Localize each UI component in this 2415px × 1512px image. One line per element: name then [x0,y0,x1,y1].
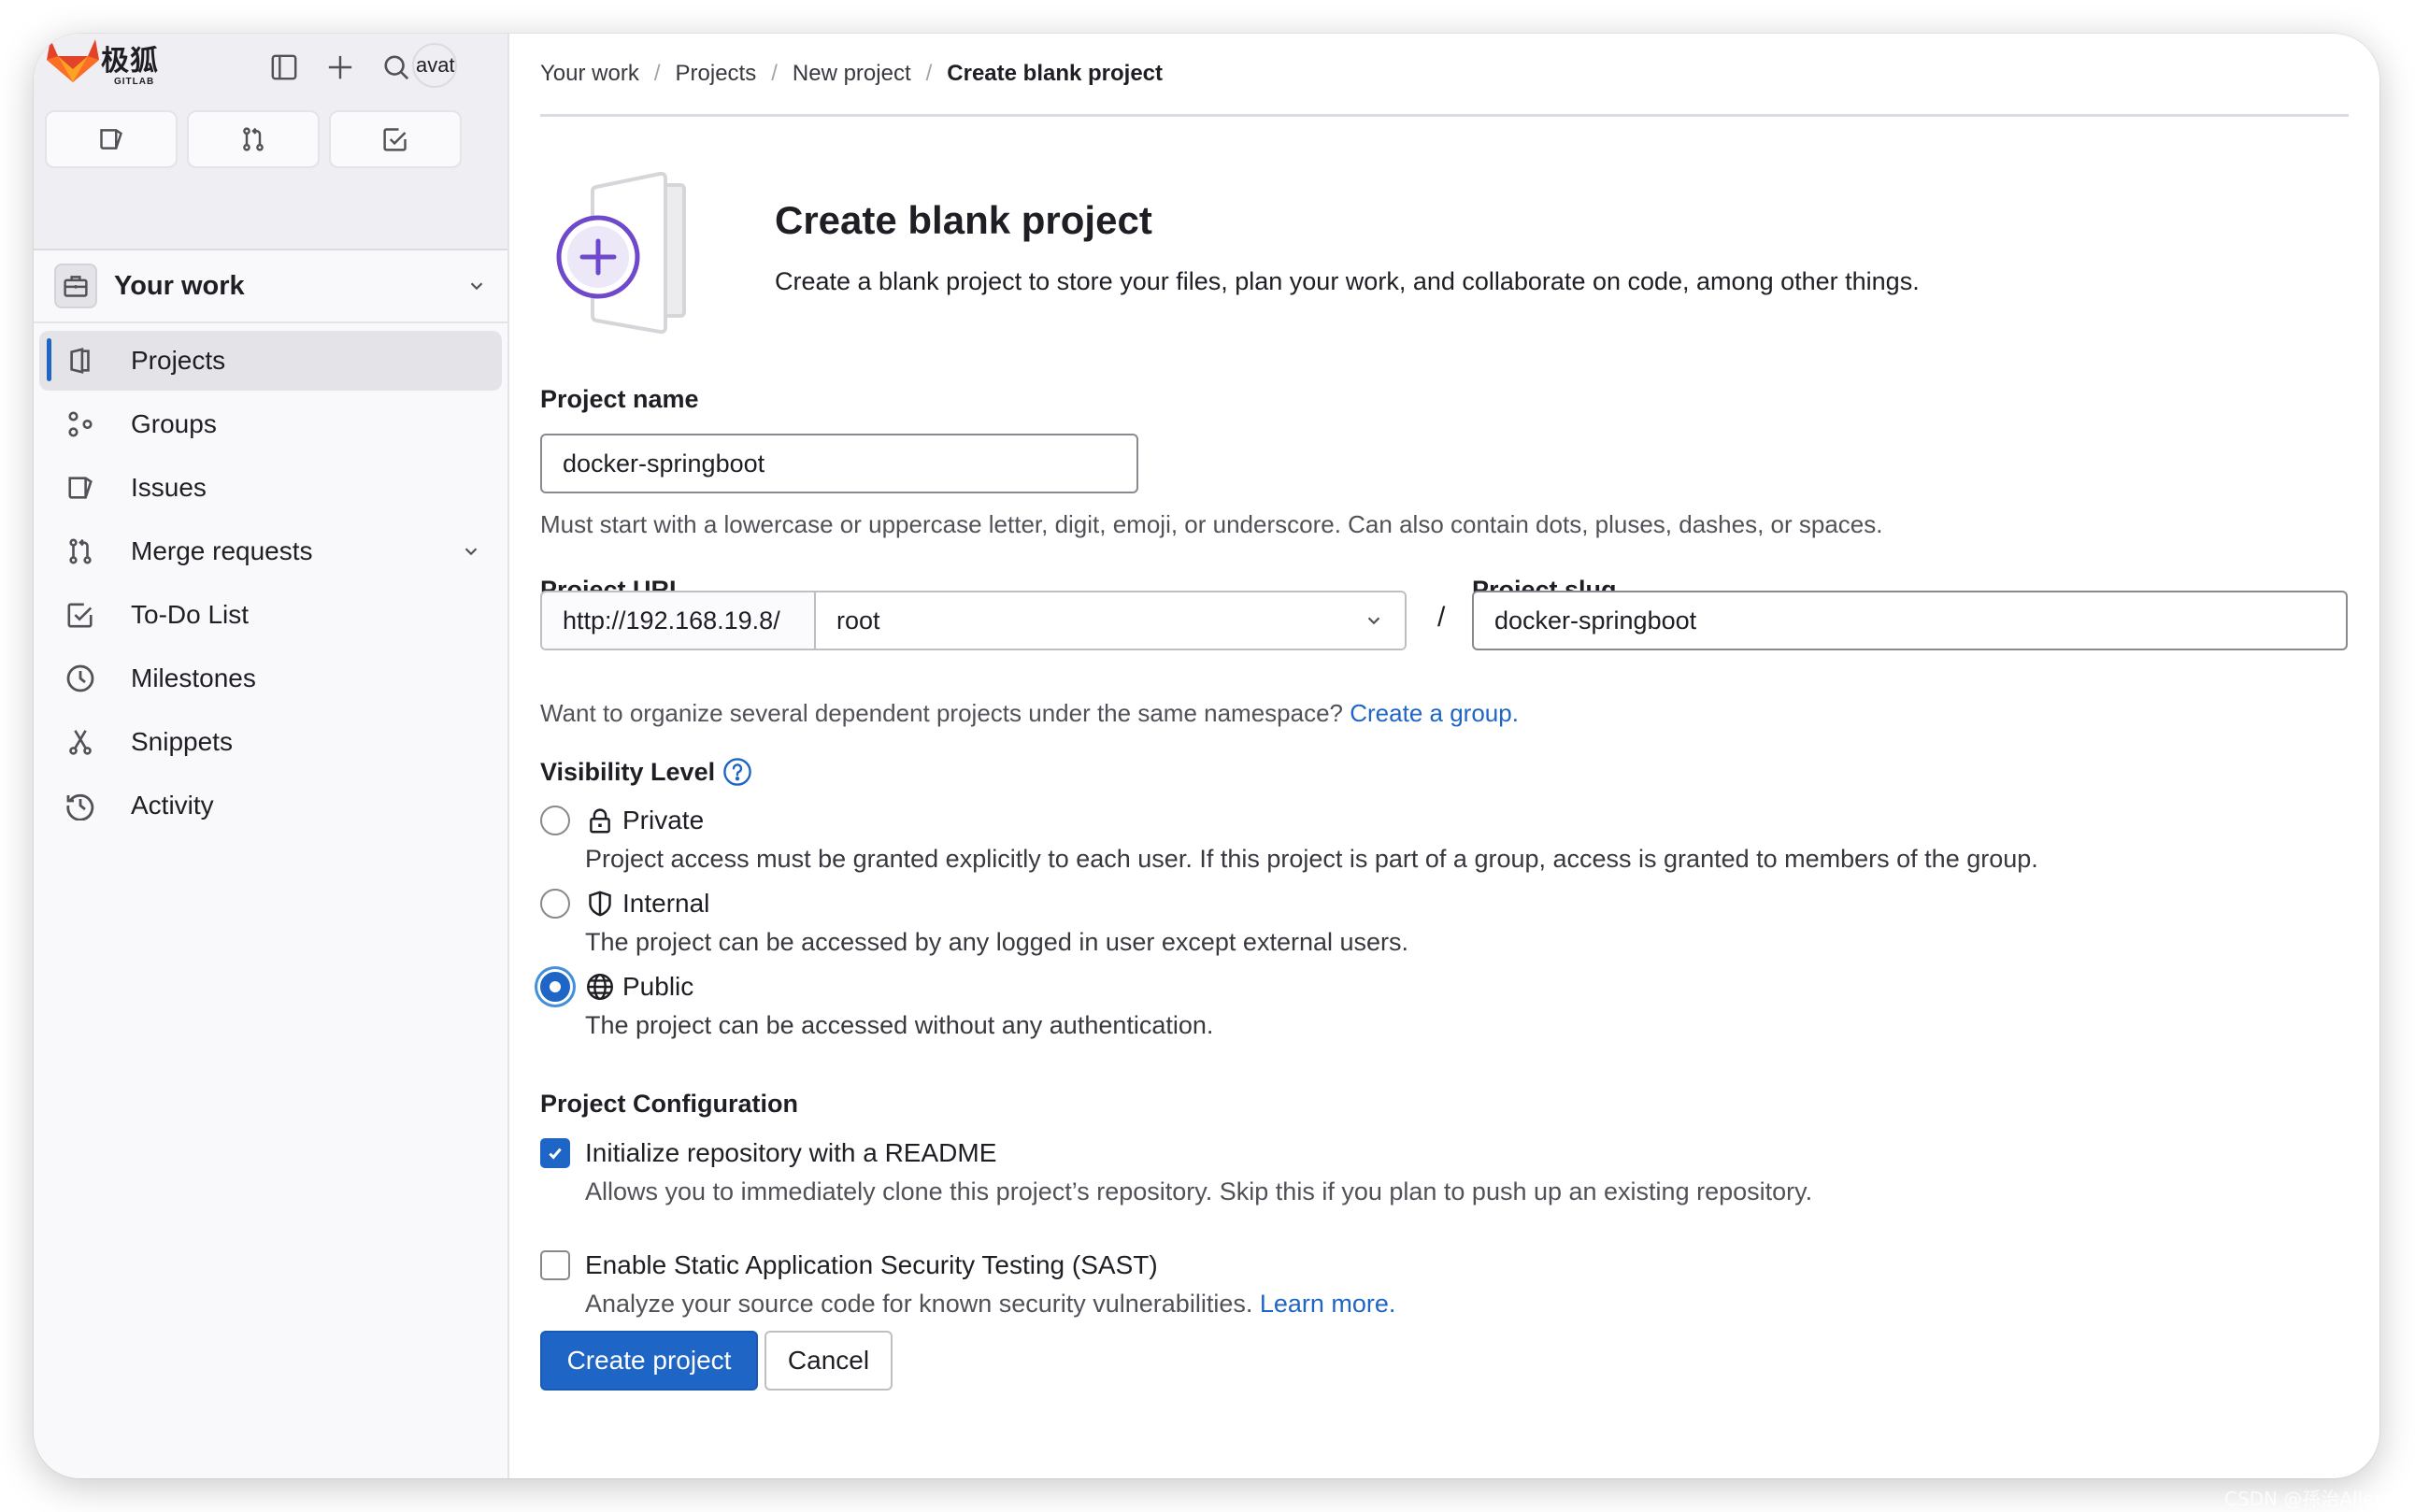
sast-label: Enable Static Application Security Testi… [585,1250,1158,1279]
page-title: Create blank project [775,198,1152,242]
namespace-value: root [836,606,880,635]
issues-icon [65,473,95,503]
sidebar-item-snippets[interactable]: Snippets [39,712,502,772]
breadcrumb-separator: / [925,61,933,86]
visibility-internal-description: The project can be accessed by any logge… [585,928,1409,956]
readme-label: Initialize repository with a README [585,1138,997,1167]
clock-icon [65,663,95,693]
sidebar-item-groups[interactable]: Groups [39,394,502,454]
breadcrumb-new-project[interactable]: New project [793,59,911,89]
project-configuration-label: Project Configuration [540,1090,798,1118]
project-icon [65,346,95,376]
watermark: CSDN @孫治AllenSu [2224,1488,2410,1510]
sidebar-item-merge-requests[interactable]: Merge requests [39,521,502,581]
visibility-radio-public[interactable] [540,972,570,1002]
todo-icon [383,128,407,151]
context-label: Your work [114,270,245,301]
scissors-icon [65,727,95,757]
shield-icon [585,889,615,919]
project-slug-value: docker-springboot [1494,606,1697,635]
breadcrumb-projects[interactable]: Projects [676,59,757,89]
config-option-readme[interactable]: Initialize repository with a README [540,1138,996,1168]
gitlab-logo-icon[interactable] [45,37,101,86]
sidebar-item-activity[interactable]: Activity [39,776,502,835]
sidebar-toggle-icon[interactable] [264,47,305,88]
project-url-group: http://192.168.19.8/ root [540,591,1407,650]
chevron-down-icon [1364,610,1384,631]
create-project-button[interactable]: Create project [540,1331,758,1391]
visibility-private-label: Private [622,806,705,834]
help-icon[interactable] [722,757,752,787]
chevron-down-icon[interactable] [466,276,487,296]
sast-checkbox[interactable] [540,1250,570,1280]
visibility-option-private[interactable]: Private [540,806,704,835]
visibility-option-public[interactable]: Public [540,972,693,1002]
visibility-public-description: The project can be accessed without any … [585,1011,1214,1039]
page-header: Create blank project Create a blank proj… [540,148,2379,335]
visibility-private-description: Project access must be granted explicitl… [585,845,2038,873]
plus-icon[interactable] [320,47,361,88]
page-description: Create a blank project to store your fil… [775,267,1920,295]
project-url-help-text: Want to organize several dependent proje… [540,699,1344,727]
browser-window: 极狐 GITLAB avatar [34,34,2379,1478]
lock-icon [585,806,615,835]
create-group-link[interactable]: Create a group. [1350,699,1519,727]
group-icon [65,409,95,439]
history-icon [65,791,95,820]
project-name-input[interactable]: docker-springboot [540,434,1138,493]
sidebar-nav: Projects Groups Issues Merge requests To… [34,323,507,835]
namespace-select[interactable]: root [816,592,1405,649]
chevron-down-icon[interactable] [461,541,481,562]
learn-more-link[interactable]: Learn more. [1260,1290,1396,1318]
todo-icon [65,600,95,630]
visibility-public-label: Public [622,972,694,1001]
brand-name: 极狐 GITLAB [101,45,159,88]
breadcrumb: Your work / Projects / New project / Cre… [540,59,2349,117]
sidebar-item-issues[interactable]: Issues [39,458,502,518]
sidebar-header: 极狐 GITLAB avatar [34,34,507,250]
sidebar-item-milestones[interactable]: Milestones [39,649,502,708]
project-name-help: Must start with a lowercase or uppercase… [540,510,1883,538]
visibility-option-internal[interactable]: Internal [540,889,709,919]
breadcrumb-separator: / [771,61,778,86]
project-slug-input[interactable]: docker-springboot [1472,591,2348,650]
url-separator: / [1437,602,1446,633]
sidebar: 极狐 GITLAB avatar [34,34,509,1478]
search-icon[interactable] [376,47,417,88]
issues-quick-button[interactable] [45,110,178,168]
sast-description: Analyze your source code for known secur… [585,1290,1395,1319]
breadcrumb-your-work[interactable]: Your work [540,59,639,89]
merge-request-icon [65,536,95,566]
visibility-label: Visibility Level [540,757,752,787]
main-content: Your work / Projects / New project / Cre… [509,34,2379,1478]
readme-description: Allows you to immediately clone this pro… [585,1177,1813,1205]
cancel-button[interactable]: Cancel [765,1331,893,1391]
todo-quick-button[interactable] [329,110,462,168]
config-option-sast[interactable]: Enable Static Application Security Testi… [540,1250,1158,1280]
project-name-label: Project name [540,385,699,413]
project-name-value: docker-springboot [563,449,765,478]
issues-icon [100,129,122,150]
sidebar-item-todo-list[interactable]: To-Do List [39,585,502,645]
globe-icon [585,972,615,1002]
breadcrumb-separator: / [653,61,661,86]
visibility-internal-label: Internal [622,889,710,918]
sast-description-text: Analyze your source code for known secur… [585,1290,1253,1318]
breadcrumb-current: Create blank project [947,61,1164,86]
project-url-prefix: http://192.168.19.8/ [542,592,816,649]
checkmark-icon [549,1148,562,1160]
visibility-radio-internal[interactable] [540,889,570,919]
readme-checkbox[interactable] [540,1138,570,1168]
quick-actions [45,110,462,168]
visibility-radio-private[interactable] [540,806,570,835]
avatar[interactable]: avatar [412,43,457,88]
blank-project-illustration-icon [556,171,686,335]
merge-request-icon [243,127,264,151]
sidebar-item-projects[interactable]: Projects [39,331,502,391]
visibility-label-text: Visibility Level [540,757,716,786]
briefcase-icon [54,264,97,308]
context-switcher[interactable]: Your work [34,250,507,323]
merge-requests-quick-button[interactable] [187,110,320,168]
project-url-help: Want to organize several dependent proje… [540,699,1519,728]
